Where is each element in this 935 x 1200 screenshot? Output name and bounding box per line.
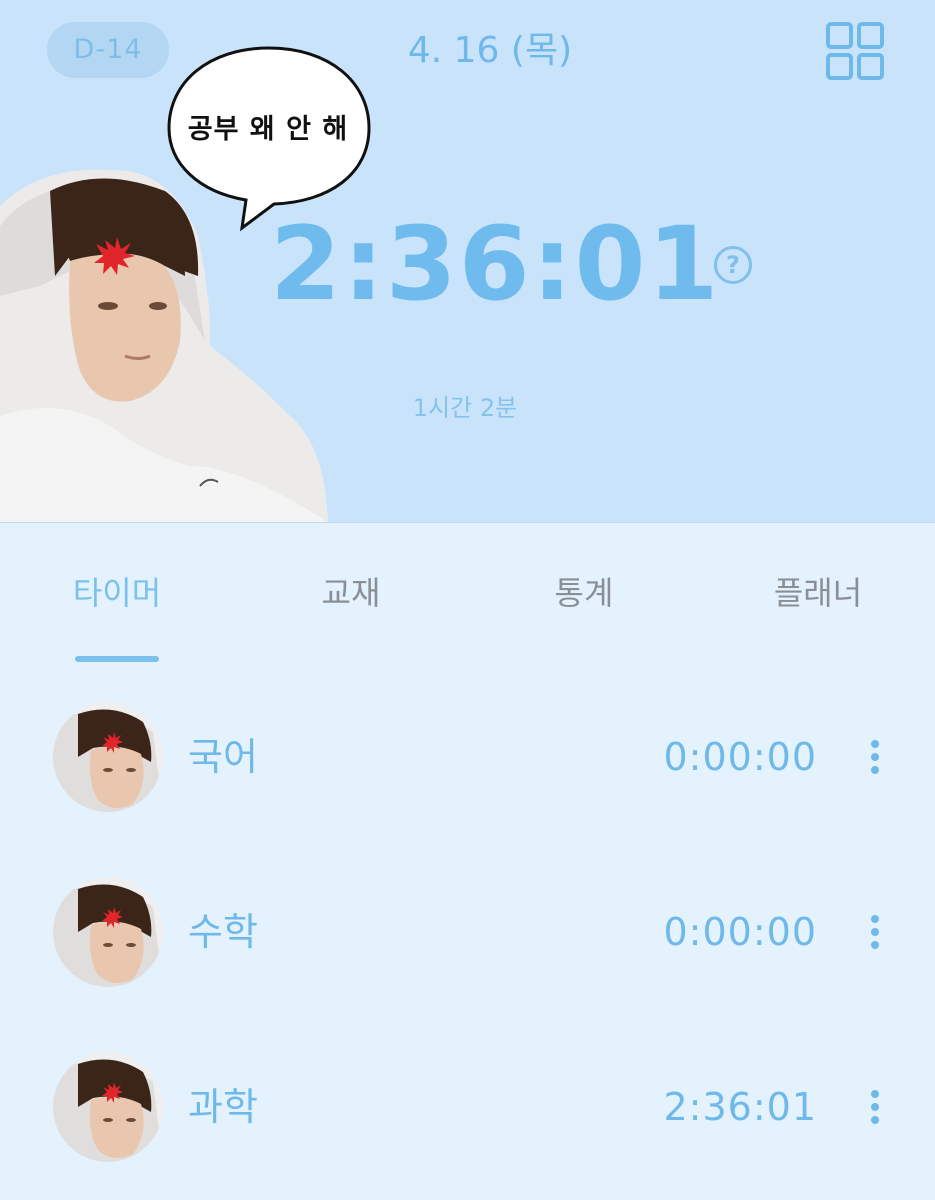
grid-cell [857,53,884,80]
tab-statistics[interactable]: 통계 [514,568,654,618]
subject-time: 2:36:01 [663,1085,817,1129]
timer-header: D-14 4. 16 (목) 2:36:01 ? 1시간 2분 공부 왜 안 해 [0,0,935,523]
subject-avatar[interactable] [53,1052,163,1162]
tab-planner[interactable]: 플래너 [748,568,888,618]
subject-avatar[interactable] [53,877,163,987]
current-date[interactable]: 4. 16 (목) [360,24,620,78]
more-vertical-icon[interactable] [866,915,886,951]
dday-badge[interactable]: D-14 [47,22,169,78]
subject-row[interactable]: 수학 0:00:00 [0,877,935,997]
subject-name: 과학 [188,1085,258,1129]
subject-row[interactable]: 과학 2:36:01 [0,1052,935,1172]
subject-time: 0:00:00 [663,910,817,954]
active-tab-indicator [75,656,159,662]
subject-name: 수학 [188,910,258,954]
grid-cell [826,22,853,49]
tab-bar: 타이머 교재 통계 플래너 [0,560,935,670]
grid-cell [857,22,884,49]
help-icon[interactable]: ? [714,246,752,284]
more-vertical-icon[interactable] [866,740,886,776]
grid-cell [826,53,853,80]
subject-name: 국어 [188,735,258,779]
grid-icon[interactable] [826,22,884,80]
tab-textbooks[interactable]: 교재 [281,568,421,618]
subject-avatar[interactable] [53,702,163,812]
subject-row[interactable]: 국어 0:00:00 [0,702,935,822]
more-vertical-icon[interactable] [866,1090,886,1126]
speech-bubble-text: 공부 왜 안 해 [187,114,349,145]
tab-timer[interactable]: 타이머 [47,568,187,618]
subject-time: 0:00:00 [663,735,817,779]
max-focus-time: 1시간 2분 [412,394,518,422]
